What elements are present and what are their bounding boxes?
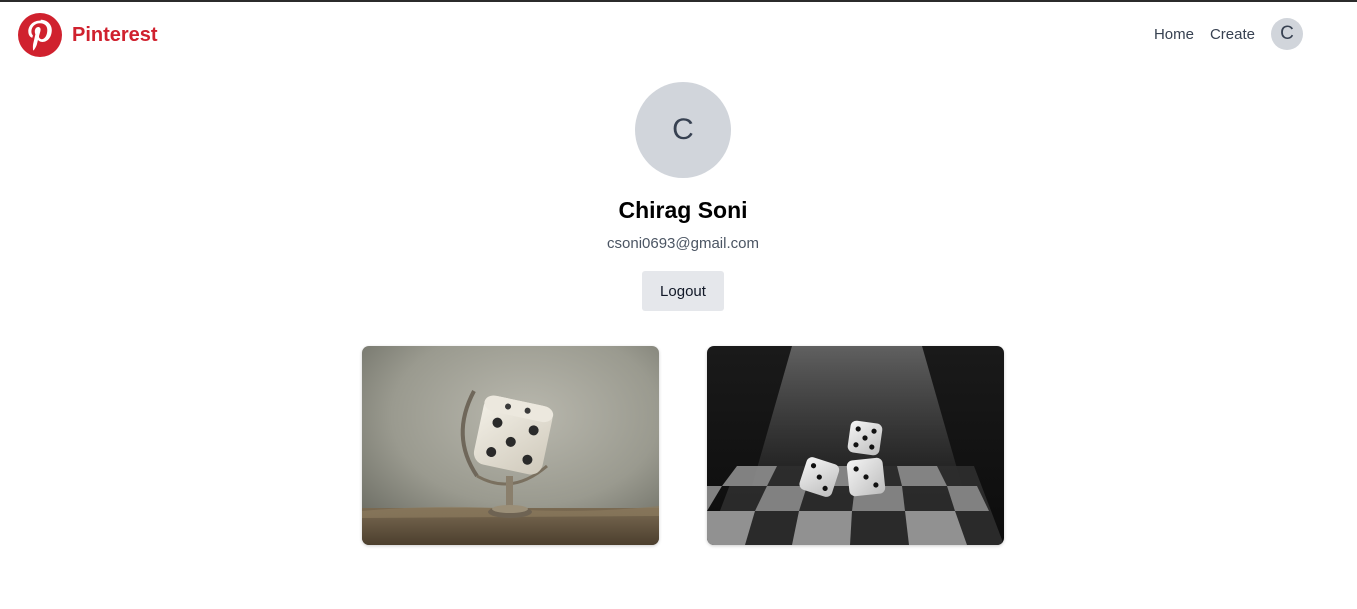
profile-name: Chirag Soni <box>618 197 748 223</box>
nav-avatar[interactable]: C <box>1271 18 1303 50</box>
brand-name: Pinterest <box>72 23 158 46</box>
pin-card-dice-globe[interactable] <box>362 346 659 545</box>
profile-avatar: C <box>635 82 731 178</box>
nav-create-link[interactable]: Create <box>1210 26 1255 43</box>
pin-card-dice-chessboard[interactable] <box>707 346 1004 545</box>
brand-link[interactable]: Pinterest <box>18 13 158 57</box>
dice-globe-image <box>362 346 659 545</box>
nav-home-link[interactable]: Home <box>1154 26 1194 43</box>
profile-email: csoni0693@gmail.com <box>607 235 759 252</box>
dice-chessboard-image <box>707 346 1004 545</box>
navbar: Pinterest Home Create C <box>0 2 1357 66</box>
nav-links: Home Create C <box>1154 18 1303 50</box>
logout-button[interactable]: Logout <box>642 271 724 311</box>
profile-section: C Chirag Soni csoni0693@gmail.com Logout <box>0 82 1357 311</box>
pinterest-logo-icon <box>18 13 62 57</box>
